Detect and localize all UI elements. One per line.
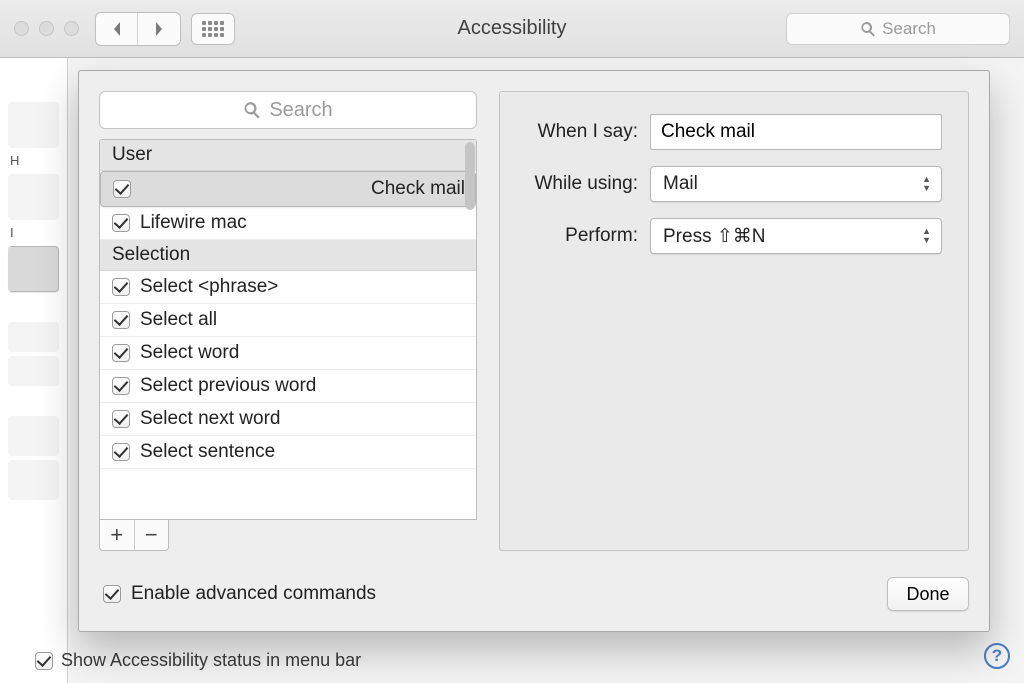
remove-command-button[interactable]: − [135, 520, 169, 550]
while-using-value: Mail [663, 173, 698, 195]
commands-left-column: Search User Check mail Lifewire mac Selecti… [99, 91, 477, 551]
show-status-checkbox[interactable] [35, 652, 53, 670]
command-enabled-checkbox[interactable] [112, 377, 130, 395]
command-label: Select sentence [140, 441, 275, 463]
enable-advanced-checkbox[interactable] [103, 585, 121, 603]
titlebar: Accessibility Search [0, 0, 1024, 58]
command-list-row[interactable]: Select word [100, 337, 476, 370]
toolbar-search-field[interactable]: Search [786, 13, 1010, 45]
when-i-say-label: When I say: [518, 121, 638, 143]
chevron-right-icon [153, 21, 165, 37]
sidebar-item[interactable] [8, 174, 59, 220]
perform-value: Press ⇧⌘N [663, 225, 766, 248]
command-enabled-checkbox[interactable] [112, 311, 130, 329]
sidebar-group-label: H [0, 152, 67, 170]
search-icon [860, 21, 876, 37]
scrollbar-thumb[interactable] [465, 142, 475, 210]
done-button[interactable]: Done [887, 577, 969, 611]
help-button[interactable]: ? [984, 643, 1010, 669]
add-command-button[interactable]: + [100, 520, 135, 550]
command-list-row[interactable]: Select next word [100, 403, 476, 436]
command-list-row[interactable]: Select <phrase> [100, 271, 476, 304]
sidebar-item[interactable] [8, 356, 59, 386]
sidebar-item[interactable] [8, 322, 59, 352]
commands-list[interactable]: User Check mail Lifewire mac Selection Selec… [99, 139, 477, 520]
sidebar-item[interactable] [8, 246, 59, 292]
command-label: Check mail [371, 178, 465, 200]
sidebar-group-label: I [0, 224, 67, 242]
perform-label: Perform: [518, 225, 638, 247]
command-list-row[interactable]: Select previous word [100, 370, 476, 403]
chevron-up-down-icon: ▲▼ [922, 175, 931, 193]
command-enabled-checkbox[interactable] [113, 180, 131, 198]
commands-sheet: Search User Check mail Lifewire mac Selecti… [78, 70, 990, 632]
zoom-window-icon[interactable] [64, 21, 79, 36]
command-enabled-checkbox[interactable] [112, 278, 130, 296]
command-enabled-checkbox[interactable] [112, 344, 130, 362]
while-using-select[interactable]: Mail ▲▼ [650, 166, 942, 202]
enable-advanced-row[interactable]: Enable advanced commands [99, 583, 376, 605]
command-list-row[interactable]: Select all [100, 304, 476, 337]
back-button[interactable] [96, 13, 138, 45]
while-using-label: While using: [518, 173, 638, 195]
window-title: Accessibility [458, 17, 567, 40]
command-label: Lifewire mac [140, 212, 247, 234]
command-enabled-checkbox[interactable] [112, 214, 130, 232]
command-detail-panel: When I say: While using: Mail ▲▼ Perform… [499, 91, 969, 551]
command-enabled-checkbox[interactable] [112, 410, 130, 428]
accessibility-category-sidebar: H I [0, 58, 68, 683]
list-group-header: User [100, 140, 476, 171]
command-label: Select word [140, 342, 239, 364]
command-list-row[interactable]: Check mail [100, 171, 476, 207]
sidebar-item[interactable] [8, 416, 59, 456]
close-window-icon[interactable] [14, 21, 29, 36]
show-status-label: Show Accessibility status in menu bar [61, 650, 361, 671]
command-list-row[interactable]: Lifewire mac [100, 207, 476, 240]
list-group-header: Selection [100, 240, 476, 271]
commands-search-placeholder: Search [269, 99, 332, 122]
command-list-row[interactable]: Select sentence [100, 436, 476, 469]
chevron-up-down-icon: ▲▼ [922, 227, 931, 245]
commands-search-field[interactable]: Search [99, 91, 477, 129]
chevron-left-icon [111, 21, 123, 37]
show-all-prefs-button[interactable] [191, 13, 235, 45]
search-icon [243, 101, 261, 119]
command-label: Select previous word [140, 375, 316, 397]
command-enabled-checkbox[interactable] [112, 443, 130, 461]
toolbar-search-placeholder: Search [882, 19, 936, 39]
command-label: Select next word [140, 408, 280, 430]
forward-button[interactable] [138, 13, 180, 45]
sidebar-item[interactable] [8, 102, 59, 148]
window-traffic-lights [14, 21, 79, 36]
minimize-window-icon[interactable] [39, 21, 54, 36]
sidebar-item[interactable] [8, 460, 59, 500]
grid-icon [202, 21, 224, 37]
when-i-say-field[interactable] [650, 114, 942, 150]
show-status-row[interactable]: Show Accessibility status in menu bar [35, 650, 361, 671]
nav-buttons [95, 12, 181, 46]
enable-advanced-label: Enable advanced commands [131, 583, 376, 605]
sheet-footer: Enable advanced commands Done [99, 571, 969, 611]
add-remove-buttons: + − [99, 520, 169, 551]
command-label: Select <phrase> [140, 276, 278, 298]
command-label: Select all [140, 309, 217, 331]
perform-select[interactable]: Press ⇧⌘N ▲▼ [650, 218, 942, 254]
